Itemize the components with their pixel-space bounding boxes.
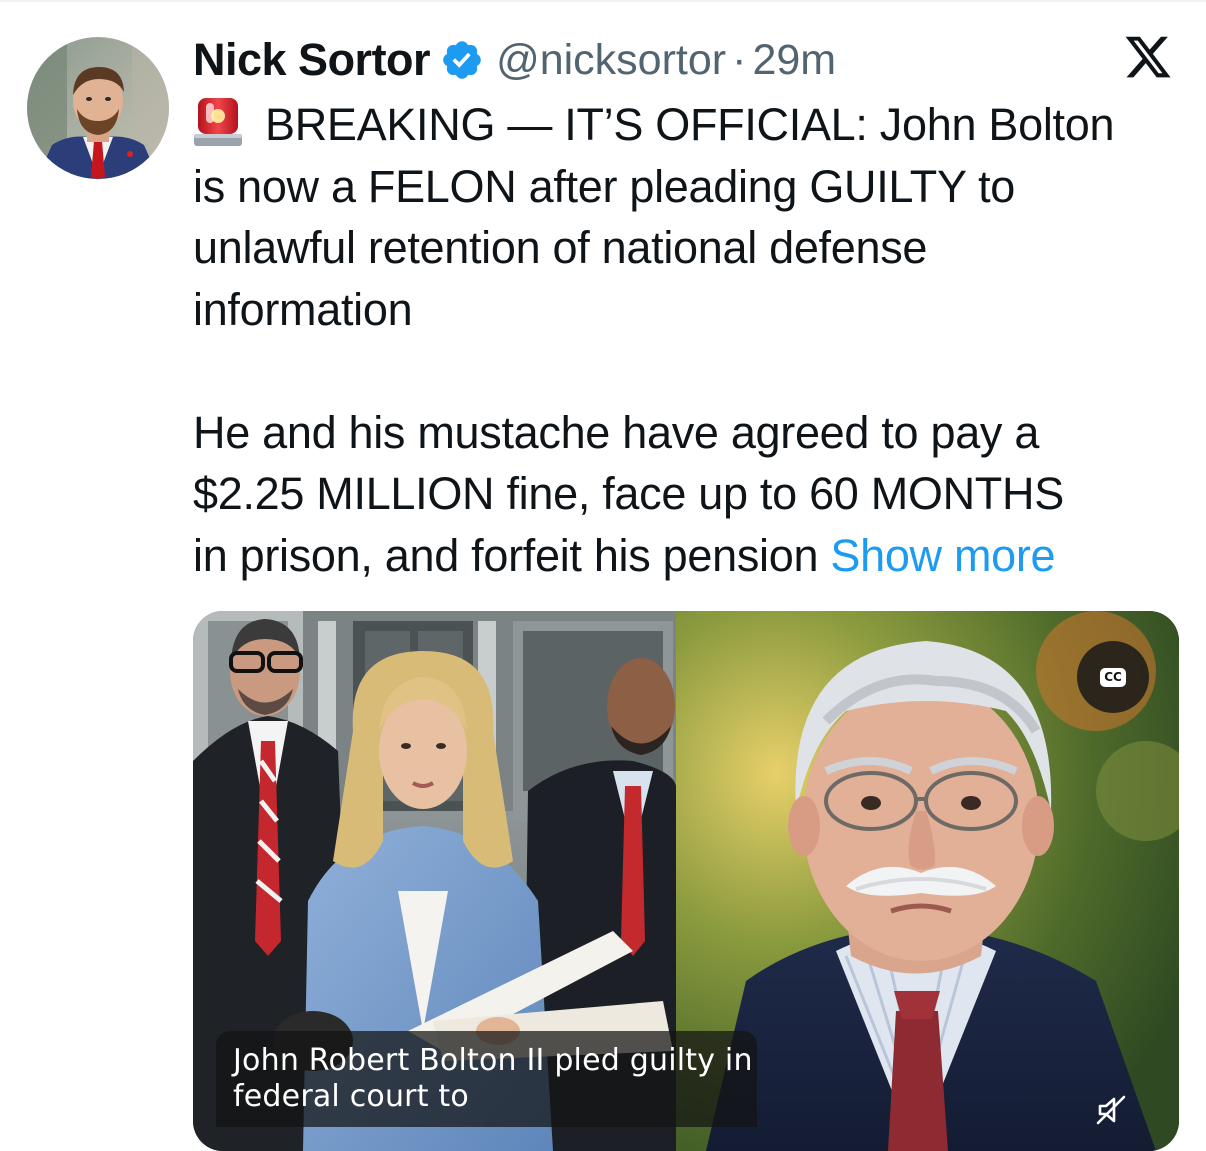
tweet-text-line-6: $2.25 MILLION fine, face up to 60 MONTHS: [193, 468, 1064, 519]
video-caption-line-1: John Robert Bolton II pled guilty in: [233, 1043, 753, 1078]
tweet-header: Nick Sortor @nicksortor · 29m: [193, 30, 836, 90]
tweet-text-line-7-text: in prison, and forfeit his pension: [193, 529, 819, 581]
separator-dot: ·: [732, 35, 747, 84]
tweet-text-line-2: is now a FELON after pleading GUILTY to: [193, 160, 1016, 212]
author-handle[interactable]: @nicksortor: [496, 36, 726, 85]
tweet-text-line-3: unlawful retention of national defense: [193, 222, 928, 273]
closed-captions-button[interactable]: CC: [1077, 641, 1149, 713]
verified-badge-icon[interactable]: [440, 38, 484, 82]
video-caption: John Robert Bolton II pled guilty in fed…: [216, 1031, 757, 1127]
author-avatar[interactable]: [27, 37, 169, 179]
x-logo-icon[interactable]: [1122, 32, 1174, 82]
show-more-link[interactable]: Show more: [830, 530, 1055, 581]
tweet-text-line-7: in prison, and forfeit his pension Show …: [193, 525, 1183, 587]
tweet-text-line-4: information: [193, 283, 413, 335]
tweet-text-line: BREAKING — IT’S OFFICIAL: John Bolton: [193, 94, 1183, 156]
tweet-text-line-1: BREAKING — IT’S OFFICIAL: John Bolton: [265, 99, 1115, 150]
author-display-name[interactable]: Nick Sortor: [193, 34, 431, 86]
avatar-image: [27, 37, 169, 179]
muted-speaker-icon[interactable]: [1094, 1093, 1128, 1127]
cc-icon: CC: [1100, 667, 1126, 687]
video-caption-line-2: federal court to: [233, 1079, 469, 1114]
rotating-light-emoji-icon: [193, 94, 243, 148]
top-divider: [0, 0, 1206, 2]
tweet-body: BREAKING — IT’S OFFICIAL: John Bolton is…: [193, 94, 1183, 586]
tweet-timestamp[interactable]: 29m: [752, 36, 836, 85]
tweet-text-line-5: He and his mustache have agreed to pay a: [193, 406, 1040, 458]
